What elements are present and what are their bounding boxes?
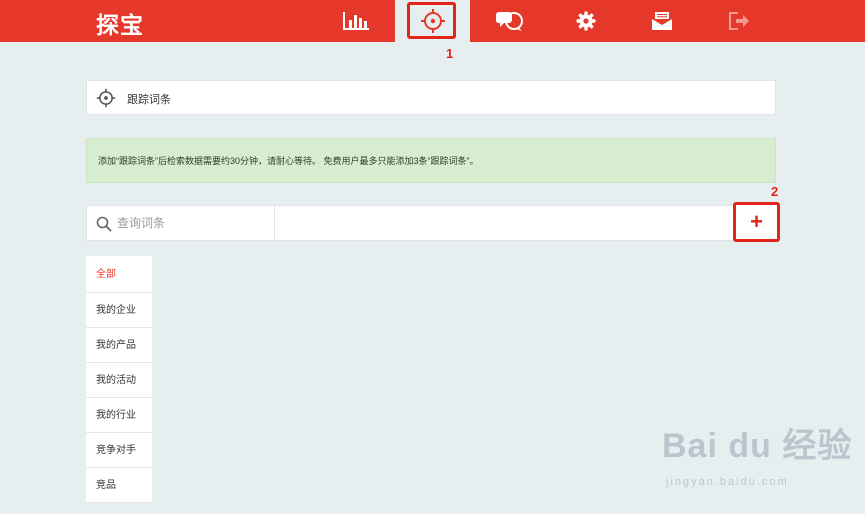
nav-settings-button[interactable] xyxy=(551,0,621,42)
watermark-sub: jingyan.baidu.com xyxy=(666,476,789,488)
category-item-my-company[interactable]: 我的企业 xyxy=(86,293,152,328)
page-title: 跟踪词条 xyxy=(127,94,171,106)
category-item-competing-product[interactable]: 竞品 xyxy=(86,468,152,503)
category-item-competitor[interactable]: 竞争对手 xyxy=(86,433,152,468)
search-box xyxy=(87,206,275,240)
nav-stats-button[interactable] xyxy=(321,0,391,42)
watermark: Bai du 经验 jingyan.baidu.com xyxy=(662,418,853,488)
bar-chart-icon xyxy=(343,12,369,30)
notice-text: 添加“跟踪词条”后检索数据需要约30分钟，请耐心等待。 免费用户最多只能添加3条… xyxy=(98,156,479,166)
watermark-main: Bai du 经验 xyxy=(662,427,853,465)
category-item-my-activity[interactable]: 我的活动 xyxy=(86,363,152,398)
search-icon xyxy=(96,216,112,232)
search-input[interactable] xyxy=(117,214,229,232)
annotation-mark-1: 1 xyxy=(446,46,454,61)
nav-chat-button[interactable] xyxy=(475,0,545,42)
category-item-my-industry[interactable]: 我的行业 xyxy=(86,398,152,433)
highlight-box-track xyxy=(407,2,456,39)
inbox-icon xyxy=(652,12,672,30)
category-list: 全部 我的企业 我的产品 我的活动 我的行业 竞争对手 竞品 xyxy=(86,256,152,503)
page-title-panel: 跟踪词条 xyxy=(86,80,776,115)
info-notice: 添加“跟踪词条”后检索数据需要约30分钟，请耐心等待。 免费用户最多只能添加3条… xyxy=(86,138,776,183)
gear-icon xyxy=(576,11,596,31)
search-toolbar xyxy=(86,205,776,241)
category-item-my-product[interactable]: 我的产品 xyxy=(86,328,152,363)
chat-bubbles-icon xyxy=(496,12,523,31)
category-item-all[interactable]: 全部 xyxy=(86,256,152,293)
add-term-button[interactable]: + xyxy=(733,202,780,242)
app-logo[interactable]: 探宝 xyxy=(96,6,144,40)
annotation-mark-2: 2 xyxy=(771,184,779,199)
logout-icon xyxy=(729,12,749,30)
nav-inbox-button[interactable] xyxy=(627,0,697,42)
crosshair-icon xyxy=(96,88,116,108)
nav-logout-button[interactable] xyxy=(704,0,774,42)
